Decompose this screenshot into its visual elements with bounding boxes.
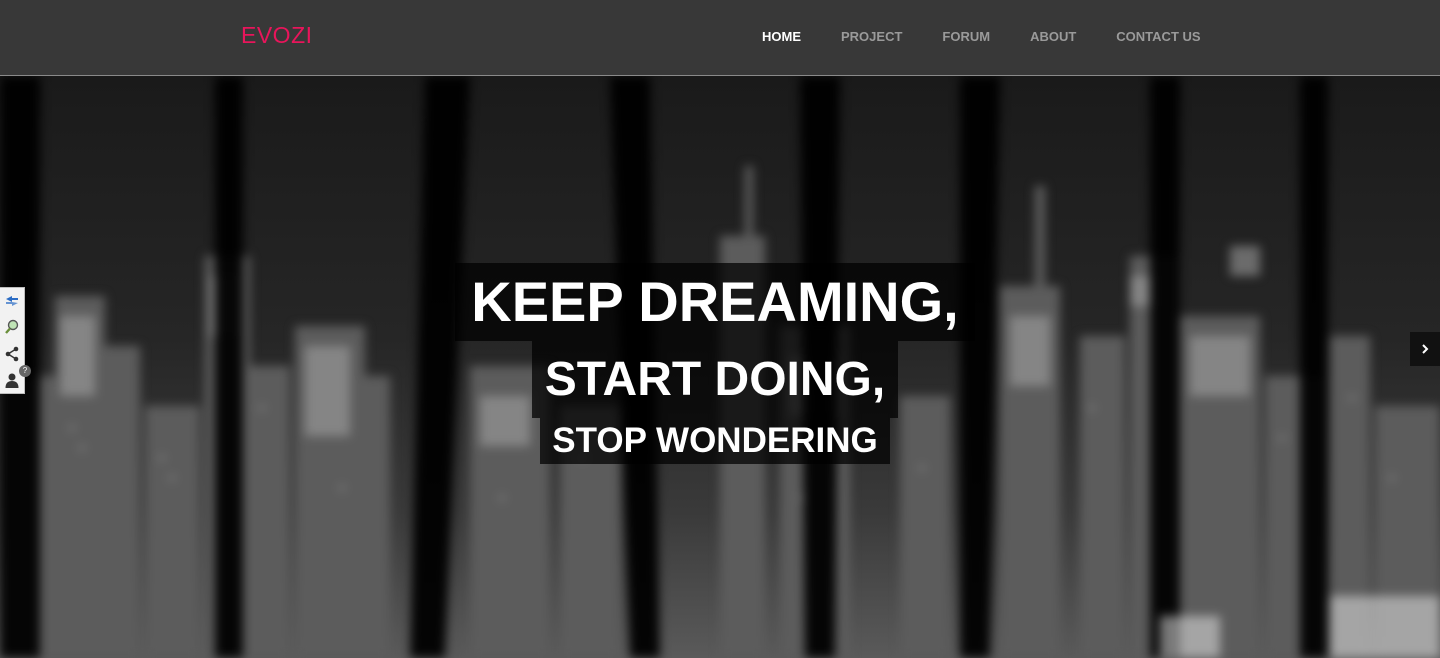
hero-headline: KEEP DREAMING, START DOING, STOP WONDERI… xyxy=(0,263,1430,464)
nav-contact-us[interactable]: CONTACT US xyxy=(1116,29,1200,45)
headline-line-3: STOP WONDERING xyxy=(540,418,890,464)
nav-about[interactable]: ABOUT xyxy=(1030,29,1076,45)
headline-line-1: KEEP DREAMING, xyxy=(455,263,975,341)
headline-line-2: START DOING, xyxy=(531,341,899,418)
share-icon[interactable] xyxy=(2,343,22,365)
brand-logo[interactable]: EVOZI xyxy=(241,22,313,49)
nav-home[interactable]: HOME xyxy=(762,29,801,45)
translate-icon[interactable] xyxy=(2,290,22,312)
help-badge[interactable]: ? xyxy=(19,364,31,377)
hero-section: KEEP DREAMING, START DOING, STOP WONDERI… xyxy=(0,76,1440,658)
top-navbar: EVOZI HOME PROJECT FORUM ABOUT CONTACT U… xyxy=(0,0,1440,76)
nav-links: HOME PROJECT FORUM ABOUT CONTACT US xyxy=(762,29,1241,45)
slider-next-button[interactable] xyxy=(1410,332,1440,366)
chevron-right-icon xyxy=(1422,344,1429,354)
user-icon[interactable]: ? xyxy=(2,364,31,391)
nav-forum[interactable]: FORUM xyxy=(942,29,990,45)
search-icon[interactable] xyxy=(2,316,22,338)
nav-project[interactable]: PROJECT xyxy=(841,29,902,45)
side-toolbar: ? xyxy=(0,287,31,394)
